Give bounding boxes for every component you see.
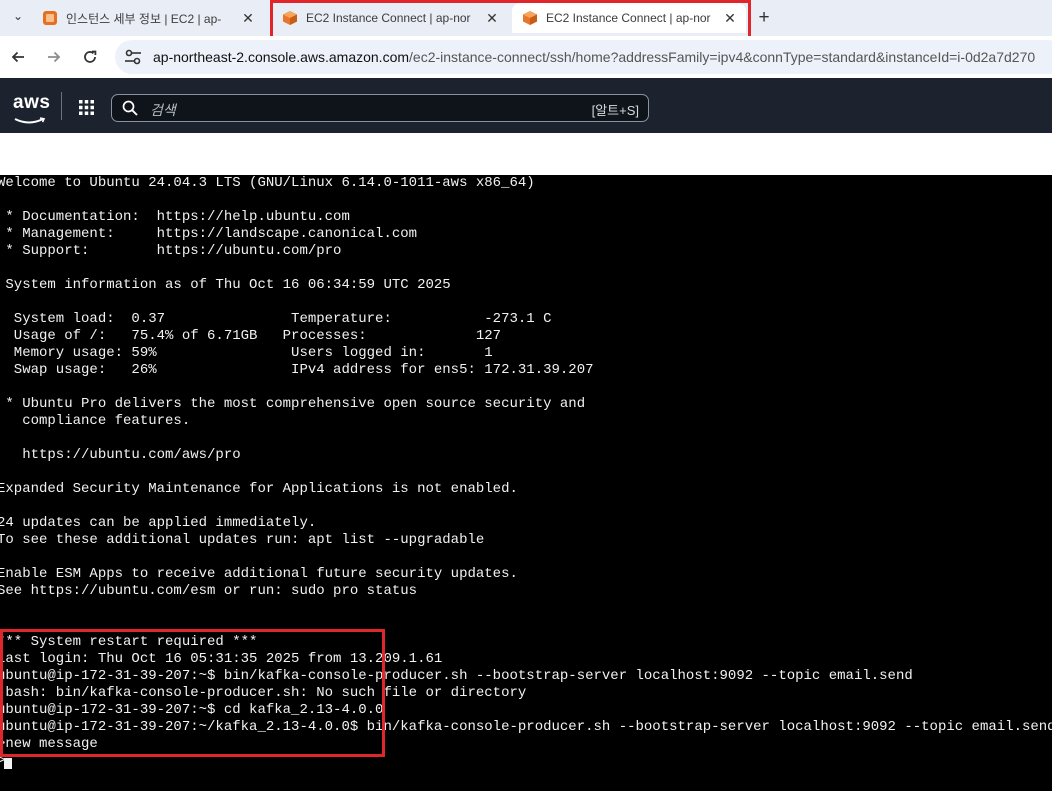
aws-logo[interactable]: aws xyxy=(13,92,51,124)
terminal-line: * Ubuntu Pro delivers the most comprehen… xyxy=(0,396,586,412)
ec2-favicon-icon xyxy=(43,11,57,25)
terminal-line: See https://ubuntu.com/esm or run: sudo … xyxy=(0,583,418,599)
tab-search-dropdown-icon[interactable]: ⌄ xyxy=(6,5,30,27)
tab-title: 인스턴스 세부 정보 | EC2 | ap- xyxy=(66,11,222,26)
tabs-highlight-box xyxy=(270,0,751,41)
terminal-line: https://ubuntu.com/aws/pro xyxy=(0,447,241,463)
aws-smile-icon xyxy=(14,117,46,124)
reload-icon[interactable] xyxy=(78,45,102,69)
services-grid-icon[interactable] xyxy=(79,100,94,115)
terminal-line: * Support: https://ubuntu.com/pro xyxy=(0,243,342,259)
terminal-line: 24 updates can be applied immediately. xyxy=(0,515,317,531)
tab-instance-details[interactable]: 인스턴스 세부 정보 | EC2 | ap- ✕ xyxy=(32,3,264,33)
terminal-line: compliance features. xyxy=(0,413,191,429)
forward-arrow-icon[interactable] xyxy=(42,45,66,69)
back-arrow-icon[interactable] xyxy=(6,45,30,69)
search-input[interactable]: 검색 [알트+S] xyxy=(111,94,649,122)
terminal-line: * Documentation: https://help.ubuntu.com xyxy=(0,209,350,225)
aws-logo-text: aws xyxy=(13,92,51,113)
url-text: ap-northeast-2.console.aws.amazon.com/ec… xyxy=(153,49,1035,65)
terminal-line: Memory usage: 59% Users logged in: 1 xyxy=(0,345,493,361)
tab-close-icon[interactable]: ✕ xyxy=(240,10,256,26)
address-bar: ap-northeast-2.console.aws.amazon.com/ec… xyxy=(0,36,1052,78)
url-field[interactable]: ap-northeast-2.console.aws.amazon.com/ec… xyxy=(115,40,1052,74)
terminal-line: Swap usage: 26% IPv4 address for ens5: 1… xyxy=(0,362,594,378)
terminal-line: Expanded Security Maintenance for Applic… xyxy=(0,481,518,497)
terminal-line: System load: 0.37 Temperature: -273.1 C xyxy=(0,311,552,327)
search-placeholder: 검색 xyxy=(150,102,176,118)
search-icon xyxy=(122,100,138,116)
terminal-line: Usage of /: 75.4% of 6.71GB Processes: 1… xyxy=(0,328,502,344)
terminal-line: System information as of Thu Oct 16 06:3… xyxy=(0,277,451,293)
nav-divider xyxy=(61,92,62,120)
terminal-highlight-box xyxy=(0,629,385,757)
search-shortcut-hint: [알트+S] xyxy=(591,103,639,118)
aws-console-nav: aws 검색 [알트+S] xyxy=(0,78,1052,133)
terminal-line: Enable ESM Apps to receive additional fu… xyxy=(0,566,518,582)
terminal-line: * Management: https://landscape.canonica… xyxy=(0,226,418,242)
url-host: ap-northeast-2.console.aws.amazon.com xyxy=(153,49,410,65)
terminal-line: To see these additional updates run: apt… xyxy=(0,532,485,548)
new-tab-button[interactable]: + xyxy=(752,3,776,33)
site-settings-icon[interactable] xyxy=(123,48,143,66)
url-path: /ec2-instance-connect/ssh/home?addressFa… xyxy=(409,49,1036,65)
console-subheader xyxy=(0,133,1052,175)
terminal-line: Welcome to Ubuntu 24.04.3 LTS (GNU/Linux… xyxy=(0,175,535,191)
